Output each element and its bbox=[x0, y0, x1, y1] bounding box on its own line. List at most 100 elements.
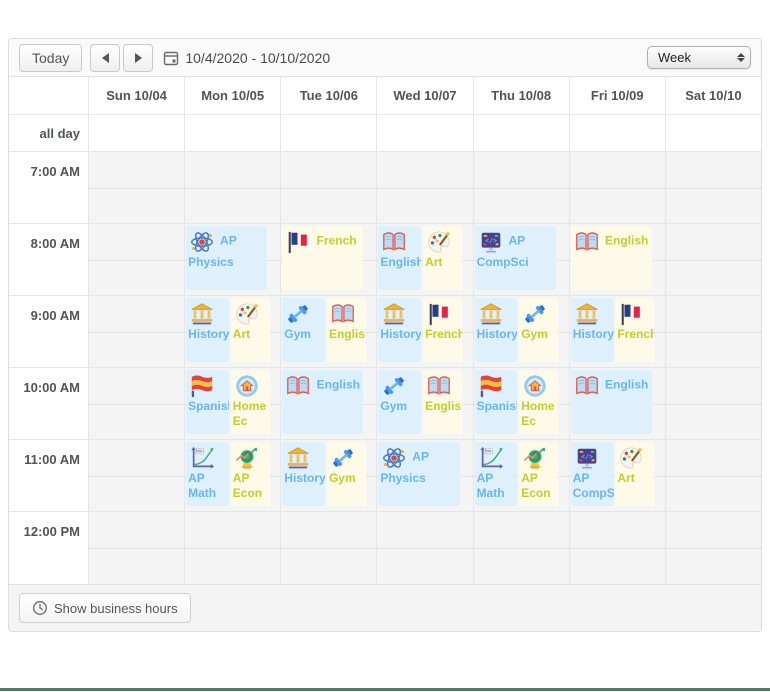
all-day-cell[interactable] bbox=[281, 115, 377, 151]
econ-icon bbox=[521, 450, 550, 464]
day-cell[interactable] bbox=[474, 152, 570, 223]
half-hour-divider bbox=[185, 188, 280, 189]
event-french[interactable]: French bbox=[423, 298, 462, 362]
event-ap-math[interactable]: foo AP Math bbox=[475, 442, 518, 506]
event-french[interactable]: French bbox=[615, 298, 654, 362]
event-ap-econ[interactable]: AP Econ bbox=[519, 442, 558, 506]
day-cell[interactable] bbox=[281, 152, 377, 223]
event-english[interactable]: English bbox=[423, 370, 462, 434]
event-gym[interactable]: Gym bbox=[519, 298, 558, 362]
event-english[interactable]: English bbox=[571, 226, 652, 290]
all-day-cell[interactable] bbox=[474, 115, 570, 151]
day-cell[interactable] bbox=[570, 152, 666, 223]
calendar-icon[interactable] bbox=[163, 50, 179, 66]
event-art[interactable]: Art bbox=[615, 442, 654, 506]
event-gym[interactable]: Gym bbox=[282, 298, 325, 362]
next-button[interactable] bbox=[123, 44, 153, 72]
event-ap-physics[interactable]: AP Physics bbox=[378, 442, 459, 506]
event-history[interactable]: History bbox=[186, 298, 229, 362]
atom-icon bbox=[380, 450, 409, 464]
event-ap-compsci[interactable]: </> AP CompSci bbox=[571, 442, 614, 506]
all-day-cell[interactable] bbox=[89, 115, 185, 151]
day-cell[interactable]: foo AP Math AP Econ bbox=[474, 440, 570, 511]
day-cell[interactable]: AP Physics bbox=[377, 440, 473, 511]
all-day-cell[interactable] bbox=[570, 115, 666, 151]
day-cell[interactable] bbox=[377, 152, 473, 223]
day-cell[interactable] bbox=[570, 512, 666, 584]
event-spanish[interactable]: Spanish bbox=[475, 370, 518, 434]
all-day-cell[interactable] bbox=[666, 115, 761, 151]
event-english[interactable]: English bbox=[282, 370, 363, 434]
day-cell[interactable]: History Gym bbox=[474, 296, 570, 367]
day-cell[interactable]: English bbox=[570, 368, 666, 439]
scheduler-toolbar: Today 10/4/2020 - 10/10/2020 Week bbox=[9, 39, 761, 77]
prev-button[interactable] bbox=[90, 44, 120, 72]
day-cell[interactable]: History French bbox=[570, 296, 666, 367]
day-cell[interactable] bbox=[474, 512, 570, 584]
day-cell[interactable]: </> AP CompSci Art bbox=[570, 440, 666, 511]
day-cell[interactable] bbox=[281, 512, 377, 584]
day-cell[interactable] bbox=[89, 152, 185, 223]
day-cell[interactable] bbox=[89, 296, 185, 367]
day-cell[interactable] bbox=[377, 512, 473, 584]
day-cell[interactable] bbox=[185, 152, 281, 223]
day-cell[interactable] bbox=[666, 152, 761, 223]
event-ap-physics[interactable]: AP Physics bbox=[186, 226, 267, 290]
half-hour-divider bbox=[89, 404, 184, 405]
day-cell[interactable] bbox=[666, 368, 761, 439]
day-cell[interactable] bbox=[666, 512, 761, 584]
half-hour-divider bbox=[666, 188, 761, 189]
event-title: Art bbox=[617, 471, 634, 485]
event-art[interactable]: Art bbox=[423, 226, 462, 290]
day-cell[interactable]: English Art bbox=[377, 224, 473, 295]
day-cell[interactable]: Gym English bbox=[377, 368, 473, 439]
date-range-label[interactable]: 10/4/2020 - 10/10/2020 bbox=[185, 50, 330, 66]
day-cell[interactable] bbox=[666, 440, 761, 511]
day-cell[interactable]: French bbox=[281, 224, 377, 295]
event-english[interactable]: English bbox=[571, 370, 652, 434]
hour-row: 12:00 PM bbox=[9, 512, 761, 584]
day-cell[interactable]: History French bbox=[377, 296, 473, 367]
show-business-hours-button[interactable]: Show business hours bbox=[19, 593, 191, 623]
day-cell[interactable] bbox=[666, 224, 761, 295]
event-ap-econ[interactable]: AP Econ bbox=[231, 442, 270, 506]
day-cell[interactable]: English bbox=[281, 368, 377, 439]
event-english[interactable]: English bbox=[378, 226, 421, 290]
view-select[interactable]: Week bbox=[647, 46, 751, 69]
event-home-ec[interactable]: Home Ec bbox=[519, 370, 558, 434]
day-cell[interactable]: Gym English bbox=[281, 296, 377, 367]
event-ap-math[interactable]: foo AP Math bbox=[186, 442, 229, 506]
day-cell[interactable]: History Gym bbox=[281, 440, 377, 511]
event-history[interactable]: History bbox=[378, 298, 421, 362]
event-gym[interactable]: Gym bbox=[327, 442, 366, 506]
half-hour-divider bbox=[666, 404, 761, 405]
day-cell[interactable] bbox=[666, 296, 761, 367]
day-cell[interactable]: English bbox=[570, 224, 666, 295]
event-history[interactable]: History bbox=[571, 298, 614, 362]
day-cell[interactable] bbox=[89, 368, 185, 439]
event-title: Home Ec bbox=[233, 399, 266, 428]
event-history[interactable]: History bbox=[475, 298, 518, 362]
day-cell[interactable]: Spanish Home Ec bbox=[474, 368, 570, 439]
event-french[interactable]: French bbox=[282, 226, 363, 290]
event-history[interactable]: History bbox=[282, 442, 325, 506]
event-home-ec[interactable]: Home Ec bbox=[231, 370, 270, 434]
day-cell[interactable]: History Art bbox=[185, 296, 281, 367]
event-spanish[interactable]: Spanish bbox=[186, 370, 229, 434]
event-english[interactable]: English bbox=[327, 298, 366, 362]
day-cell[interactable] bbox=[89, 224, 185, 295]
day-cell[interactable] bbox=[89, 512, 185, 584]
event-ap-compsci[interactable]: </> AP CompSci bbox=[475, 226, 556, 290]
day-cell[interactable]: foo AP Math AP Econ bbox=[185, 440, 281, 511]
all-day-cell[interactable] bbox=[185, 115, 281, 151]
event-gym[interactable]: Gym bbox=[378, 370, 421, 434]
half-hour-divider bbox=[185, 548, 280, 549]
day-cell[interactable]: Spanish Home Ec bbox=[185, 368, 281, 439]
all-day-cell[interactable] bbox=[377, 115, 473, 151]
day-cell[interactable] bbox=[185, 512, 281, 584]
event-art[interactable]: Art bbox=[231, 298, 270, 362]
day-cell[interactable]: AP Physics bbox=[185, 224, 281, 295]
day-cell[interactable] bbox=[89, 440, 185, 511]
day-cell[interactable]: </> AP CompSci bbox=[474, 224, 570, 295]
today-button[interactable]: Today bbox=[19, 44, 82, 72]
